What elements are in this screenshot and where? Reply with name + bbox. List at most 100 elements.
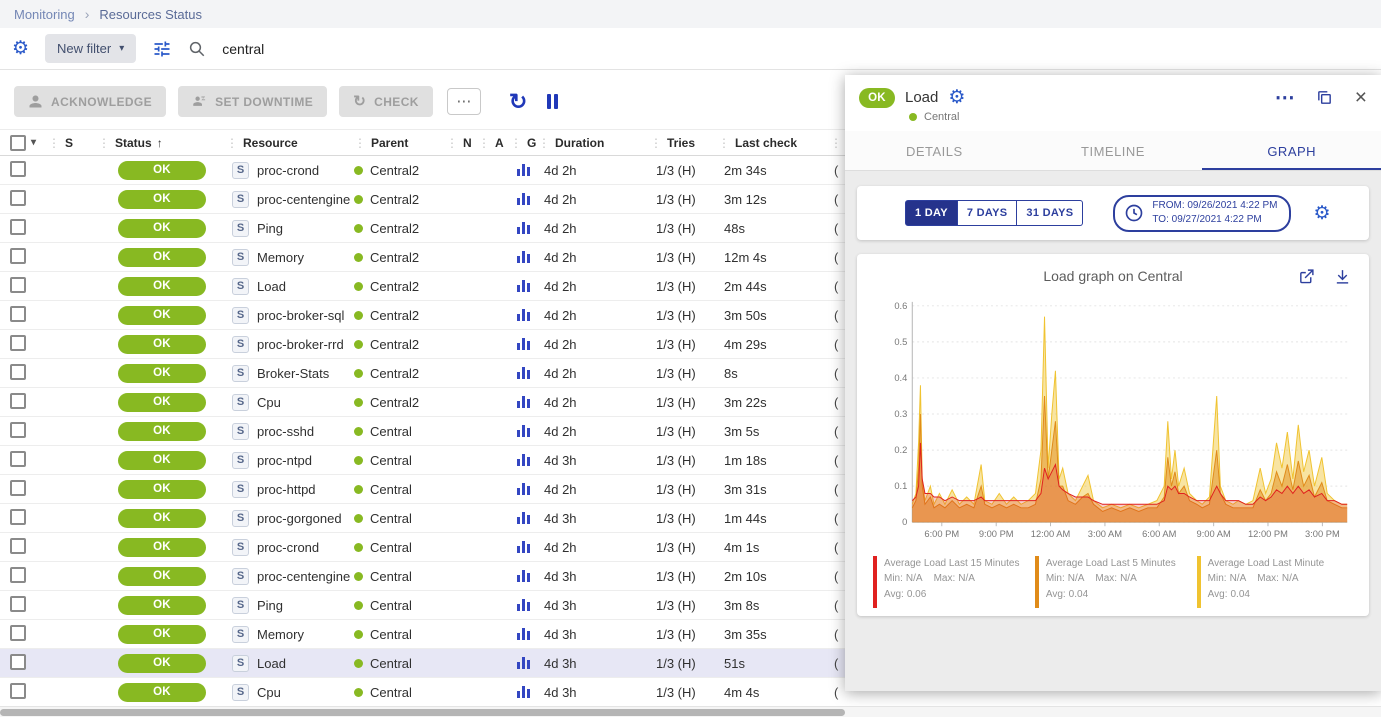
breadcrumb-monitoring[interactable]: Monitoring (14, 7, 75, 22)
graph-settings-gear-icon[interactable]: ⚙ (1313, 204, 1330, 223)
row-checkbox[interactable] (10, 654, 26, 670)
bar-chart-icon[interactable] (517, 686, 531, 698)
select-all-checkbox[interactable] (10, 135, 26, 151)
date-from-value: 09/26/2021 4:22 PM (1187, 200, 1277, 211)
parent-cell: Central2 (354, 163, 446, 178)
row-checkbox[interactable] (10, 567, 26, 583)
acknowledge-button[interactable]: ACKNOWLEDGE (14, 86, 166, 117)
bar-chart-icon[interactable] (517, 657, 531, 669)
bar-chart-icon[interactable] (517, 338, 531, 350)
tab-graph[interactable]: GRAPH (1202, 131, 1381, 170)
panel-settings-gear-icon[interactable]: ⚙ (948, 88, 965, 107)
select-all-header[interactable]: ▾ (0, 135, 48, 151)
copy-link-icon[interactable] (1316, 89, 1333, 106)
col-header-a[interactable]: A (478, 136, 510, 150)
tries-cell: 1/3 (H) (650, 192, 718, 207)
bar-chart-icon[interactable] (517, 599, 531, 611)
parent-status-dot-icon (354, 630, 363, 639)
row-checkbox[interactable] (10, 248, 26, 264)
row-checkbox[interactable] (10, 480, 26, 496)
period-1-day-button[interactable]: 1 DAY (905, 200, 958, 226)
tries-cell: 1/3 (H) (650, 395, 718, 410)
row-checkbox[interactable] (10, 219, 26, 235)
row-checkbox[interactable] (10, 393, 26, 409)
more-actions-button[interactable]: ⋯ (447, 88, 481, 115)
row-checkbox[interactable] (10, 190, 26, 206)
row-checkbox[interactable] (10, 509, 26, 525)
sort-ascending-icon: ↑ (157, 136, 163, 150)
col-header-n[interactable]: N (446, 136, 478, 150)
filter-tune-icon[interactable] (152, 39, 172, 59)
date-from-label: FROM: (1152, 200, 1184, 211)
last-check-cell: 2m 34s (718, 163, 830, 178)
bar-chart-icon[interactable] (517, 309, 531, 321)
parent-status-dot-icon (909, 113, 917, 121)
tab-details[interactable]: DETAILS (845, 131, 1024, 170)
horizontal-scrollbar[interactable] (0, 706, 1381, 717)
check-button[interactable]: ↻ CHECK (339, 86, 433, 117)
bar-chart-icon[interactable] (517, 396, 531, 408)
service-type-icon: S (232, 191, 249, 208)
row-checkbox[interactable] (10, 451, 26, 467)
tries-cell: 1/3 (H) (650, 627, 718, 642)
service-type-icon: S (232, 510, 249, 527)
breadcrumb-resources-status[interactable]: Resources Status (99, 7, 202, 22)
col-header-g[interactable]: G (510, 136, 538, 150)
panel-more-icon[interactable]: ⋯ (1275, 88, 1296, 108)
bar-chart-icon[interactable] (517, 483, 531, 495)
status-cell: OK (98, 567, 226, 586)
bar-chart-icon[interactable] (517, 367, 531, 379)
refresh-button[interactable]: ↻ (509, 91, 527, 113)
row-checkbox[interactable] (10, 161, 26, 177)
bar-chart-icon[interactable] (517, 251, 531, 263)
bar-chart-icon[interactable] (517, 512, 531, 524)
row-checkbox[interactable] (10, 306, 26, 322)
pause-autorefresh-button[interactable] (547, 94, 558, 109)
search-input[interactable] (222, 41, 542, 57)
row-checkbox[interactable] (10, 277, 26, 293)
bar-chart-icon[interactable] (517, 628, 531, 640)
status-cell: OK (98, 335, 226, 354)
date-range-picker[interactable]: FROM: 09/26/2021 4:22 PM TO: 09/27/2021 … (1113, 195, 1291, 232)
new-filter-dropdown[interactable]: New filter ▾ (45, 34, 136, 63)
col-header-parent[interactable]: Parent (354, 136, 446, 150)
parent-name: Central (370, 685, 412, 700)
download-icon[interactable] (1334, 268, 1351, 290)
row-checkbox[interactable] (10, 335, 26, 351)
bar-chart-icon[interactable] (517, 222, 531, 234)
col-header-resource[interactable]: Resource (226, 136, 354, 150)
col-header-last-check[interactable]: Last check (718, 136, 830, 150)
row-checkbox[interactable] (10, 364, 26, 380)
col-header-status[interactable]: Status↑ (98, 136, 226, 150)
bar-chart-icon[interactable] (517, 541, 531, 553)
col-header-duration[interactable]: Duration (538, 136, 650, 150)
col-header-tries[interactable]: Tries (650, 136, 718, 150)
tab-timeline[interactable]: TIMELINE (1024, 131, 1203, 170)
filter-settings-gear-icon[interactable]: ⚙ (12, 39, 29, 58)
row-checkbox[interactable] (10, 422, 26, 438)
status-badge: OK (118, 538, 206, 557)
bar-chart-icon[interactable] (517, 425, 531, 437)
close-panel-icon[interactable]: × (1355, 87, 1367, 108)
bar-chart-icon[interactable] (517, 570, 531, 582)
status-cell: OK (98, 683, 226, 702)
col-header-severity[interactable]: S (48, 136, 98, 150)
row-checkbox[interactable] (10, 538, 26, 554)
bar-chart-icon[interactable] (517, 280, 531, 292)
period-31-days-button[interactable]: 31 DAYS (1017, 200, 1083, 226)
duration-cell: 4d 3h (538, 511, 650, 526)
open-in-new-icon[interactable] (1298, 268, 1315, 290)
row-checkbox[interactable] (10, 683, 26, 699)
parent-name: Central (370, 453, 412, 468)
row-checkbox[interactable] (10, 596, 26, 612)
period-7-days-button[interactable]: 7 DAYS (958, 200, 1018, 226)
row-checkbox[interactable] (10, 625, 26, 641)
bar-chart-icon[interactable] (517, 454, 531, 466)
duration-cell: 4d 3h (538, 685, 650, 700)
set-downtime-button[interactable]: SET DOWNTIME (178, 86, 327, 117)
bar-chart-icon[interactable] (517, 164, 531, 176)
parent-name: Central2 (370, 250, 419, 265)
select-rows-caret-icon[interactable]: ▾ (31, 137, 36, 148)
bar-chart-icon[interactable] (517, 193, 531, 205)
scrollbar-thumb[interactable] (0, 709, 845, 716)
